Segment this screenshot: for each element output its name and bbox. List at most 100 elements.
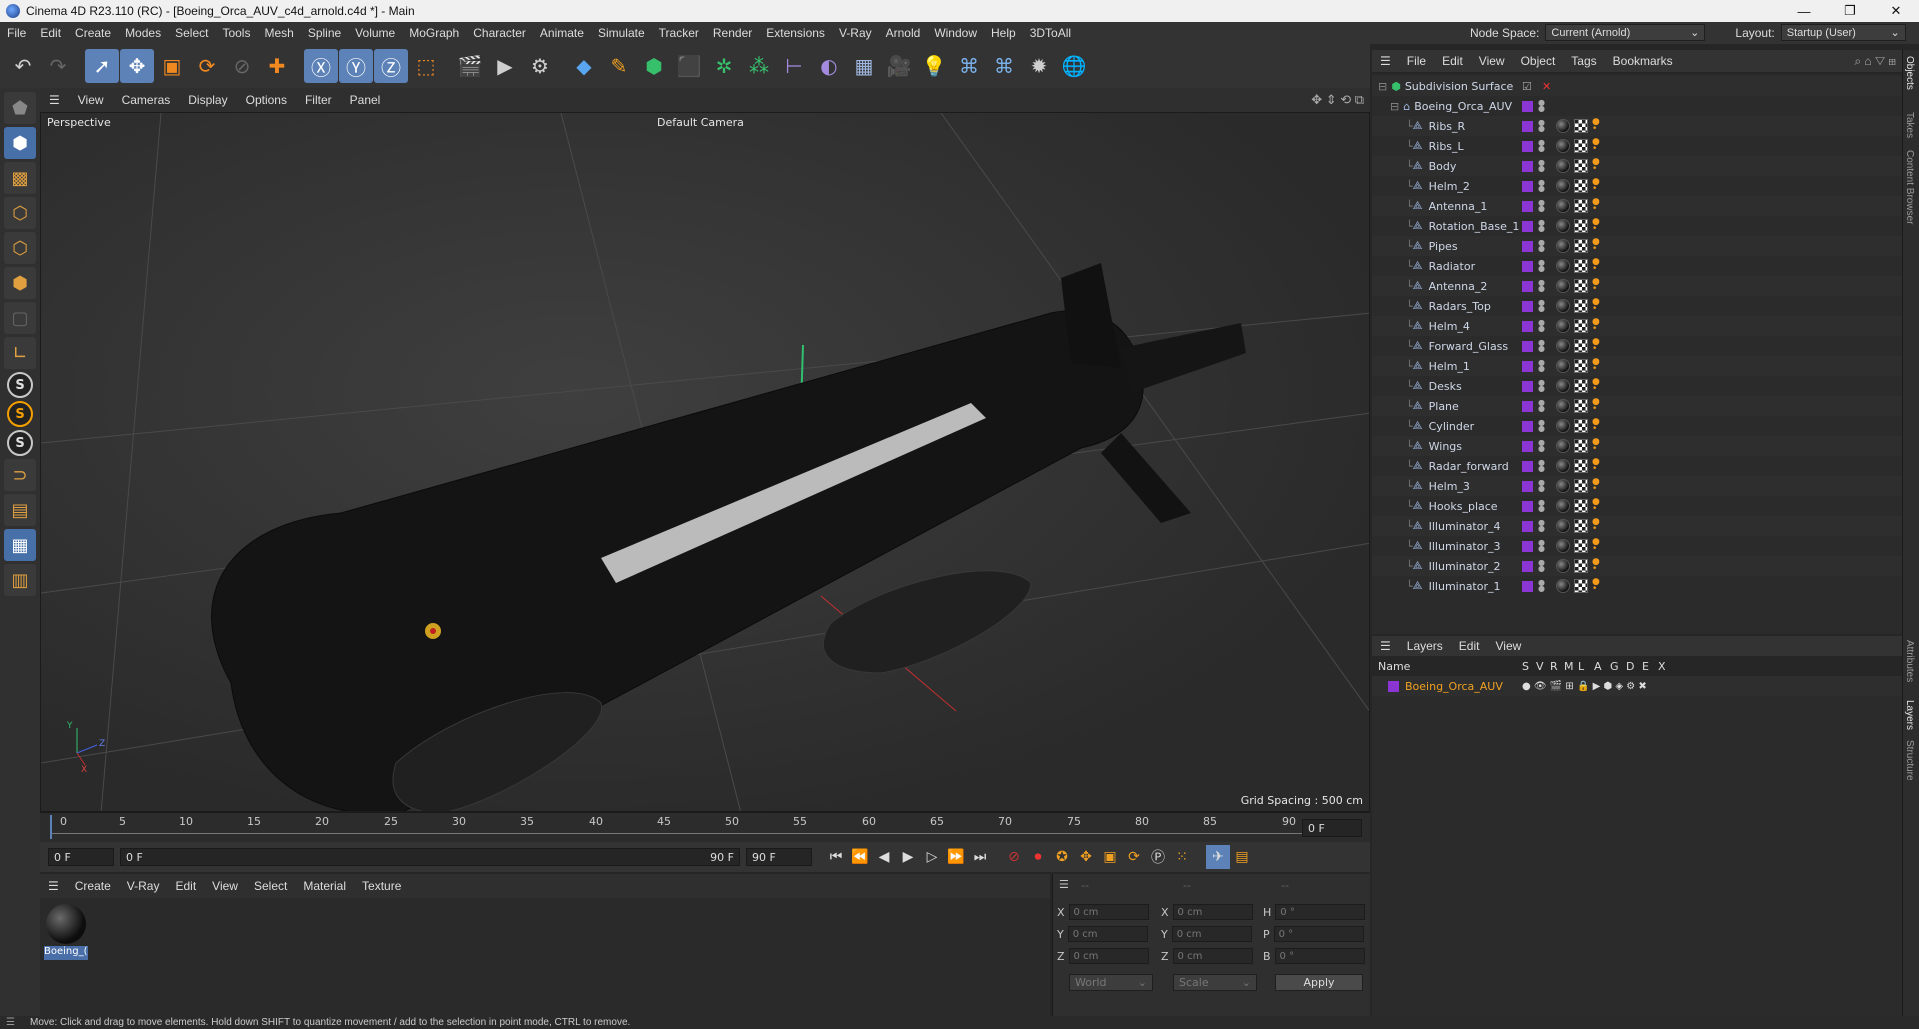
phong-tag-icon[interactable]: ● • [1592, 278, 1600, 294]
layer-color-swatch[interactable] [1522, 260, 1533, 272]
make-editable-icon[interactable]: ⬟ [4, 92, 36, 124]
visibility-dots[interactable]: ● ● [1538, 299, 1545, 313]
visibility-dots[interactable]: ● ● [1538, 359, 1545, 373]
start-frame-field[interactable]: 0 F [48, 848, 114, 866]
hamburger-icon[interactable]: ☰ [40, 879, 67, 893]
viewport-camera-label[interactable]: Default Camera [657, 116, 744, 129]
menu-volume[interactable]: Volume [348, 26, 402, 40]
material-menu-material[interactable]: Material [295, 879, 354, 893]
subdivision-surface-icon[interactable]: ⬢ [637, 49, 671, 83]
field-icon[interactable]: ◐ [812, 49, 846, 83]
texture-tag-icon[interactable] [1574, 359, 1588, 373]
phong-tag-icon[interactable]: ● • [1592, 418, 1600, 434]
visibility-dots[interactable]: ● ● [1538, 219, 1545, 233]
menu-modes[interactable]: Modes [118, 26, 168, 40]
layer-color-swatch[interactable] [1522, 440, 1533, 452]
python-generator-icon[interactable]: ⌘ [987, 49, 1021, 83]
visibility-dots[interactable]: ● ● [1538, 479, 1545, 493]
visibility-dots[interactable]: ● ● [1538, 259, 1545, 273]
visibility-dots[interactable]: ● ● [1538, 419, 1545, 433]
render-view-icon[interactable]: 🎬 [453, 49, 487, 83]
menu-edit[interactable]: Edit [33, 26, 68, 40]
render-to-picture-viewer-icon[interactable]: ▶ [488, 49, 522, 83]
tree-row-object[interactable]: └ ⟁ Illuminator_2 ● ● ● • [1372, 556, 1902, 576]
texture-tag-icon[interactable] [1574, 199, 1588, 213]
visibility-dots[interactable]: ● ● [1538, 559, 1545, 573]
phong-tag-icon[interactable]: ● • [1592, 378, 1600, 394]
material-tag-icon[interactable] [1556, 339, 1570, 353]
mograph-icon[interactable]: ⁂ [742, 49, 776, 83]
layer-color-swatch[interactable] [1522, 580, 1533, 592]
size-mode-dropdown[interactable]: Scale ⌄ [1173, 974, 1257, 991]
menu-help[interactable]: Help [984, 26, 1023, 40]
phong-tag-icon[interactable]: ● • [1592, 358, 1600, 374]
texture-tag-icon[interactable] [1574, 539, 1588, 553]
phong-tag-icon[interactable]: ● • [1592, 498, 1600, 514]
menu-mograph[interactable]: MoGraph [402, 26, 466, 40]
menu-tools[interactable]: Tools [215, 26, 257, 40]
size-x-field[interactable]: 0 cm [1172, 904, 1253, 920]
tab-structure[interactable]: Structure [1904, 740, 1915, 781]
deformer-icon[interactable]: ⊢ [777, 49, 811, 83]
visibility-dots[interactable]: ● ● [1538, 579, 1545, 593]
scale-tool-icon[interactable]: ▣ [155, 49, 189, 83]
light-icon[interactable]: 💡 [917, 49, 951, 83]
material-tag-icon[interactable] [1556, 399, 1570, 413]
object-menu-view[interactable]: View [1471, 54, 1513, 68]
menu-3dtoall[interactable]: 3DToAll [1023, 26, 1078, 40]
spline-pen-icon[interactable]: ✎ [602, 49, 636, 83]
tab-layers[interactable]: Layers [1904, 700, 1915, 730]
previous-frame-icon[interactable]: ◀ [872, 845, 896, 869]
hamburger-icon[interactable]: ☰ [1372, 639, 1399, 653]
menu-select[interactable]: Select [168, 26, 215, 40]
apply-button[interactable]: Apply [1275, 974, 1363, 991]
texture-tag-icon[interactable] [1574, 579, 1588, 593]
node-space-dropdown[interactable]: Current (Arnold) ⌄ [1545, 24, 1706, 41]
material-tag-icon[interactable] [1556, 519, 1570, 533]
minimize-button[interactable]: — [1781, 0, 1827, 22]
tree-row-object[interactable]: └ ⟁ Helm_1 ● ● ● • [1372, 356, 1902, 376]
texture-tag-icon[interactable] [1574, 339, 1588, 353]
texture-tag-icon[interactable] [1574, 439, 1588, 453]
material-tag-icon[interactable] [1556, 259, 1570, 273]
phong-tag-icon[interactable]: ● • [1592, 558, 1600, 574]
size-z-field[interactable]: 0 cm [1172, 948, 1253, 964]
previous-key-icon[interactable]: ⏪ [848, 845, 872, 869]
layer-color-swatch[interactable] [1522, 380, 1533, 392]
rotation-b-field[interactable]: 0 ° [1274, 948, 1365, 964]
coordinate-mode-dropdown[interactable]: World ⌄ [1069, 974, 1153, 991]
move-tool-icon[interactable]: ✥ [120, 49, 154, 83]
cloner-icon[interactable]: ✲ [707, 49, 741, 83]
tree-row-object[interactable]: └ ⟁ Pipes ● ● ● • [1372, 236, 1902, 256]
layer-color-swatch[interactable] [1522, 500, 1533, 512]
timeline-playhead[interactable] [50, 815, 52, 839]
material-tag-icon[interactable] [1556, 379, 1570, 393]
texture-tag-icon[interactable] [1574, 159, 1588, 173]
layer-color-swatch[interactable] [1522, 520, 1533, 532]
texture-mode-icon[interactable]: ▩ [4, 162, 36, 194]
visibility-dots[interactable]: ● ● [1538, 539, 1545, 553]
layer-color-swatch[interactable] [1522, 320, 1533, 332]
3d-viewport[interactable]: Y Z X Perspective Default Camera Grid Sp… [40, 112, 1370, 812]
visibility-dots[interactable]: ● ● [1538, 319, 1545, 333]
go-to-end-icon[interactable]: ⏭ [968, 845, 992, 869]
tree-row-object[interactable]: └ ⟁ Plane ● ● ● • [1372, 396, 1902, 416]
visibility-dots[interactable]: ● ● [1538, 119, 1545, 133]
python-script-icon[interactable]: ⌘ [952, 49, 986, 83]
menu-simulate[interactable]: Simulate [591, 26, 652, 40]
add-axis-icon[interactable]: ✚ [260, 49, 294, 83]
tab-takes[interactable]: Takes [1904, 112, 1915, 138]
next-frame-icon[interactable]: ▷ [920, 845, 944, 869]
cube-primitive-icon[interactable]: ◆ [567, 49, 601, 83]
globe-icon[interactable]: 🌐 [1057, 49, 1091, 83]
tree-row-object[interactable]: └ ⟁ Illuminator_1 ● ● ● • [1372, 576, 1902, 596]
visibility-dots[interactable]: ● ● [1538, 159, 1545, 173]
phong-tag-icon[interactable]: ● • [1592, 258, 1600, 274]
hamburger-icon[interactable]: ☰ [6, 1017, 15, 1028]
floor-icon[interactable]: ▦ [847, 49, 881, 83]
material-tag-icon[interactable] [1556, 539, 1570, 553]
layer-color-swatch[interactable] [1522, 160, 1533, 172]
layer-color-swatch[interactable] [1522, 100, 1533, 112]
tab-attributes[interactable]: Attributes [1904, 640, 1915, 682]
menu-extensions[interactable]: Extensions [759, 26, 832, 40]
